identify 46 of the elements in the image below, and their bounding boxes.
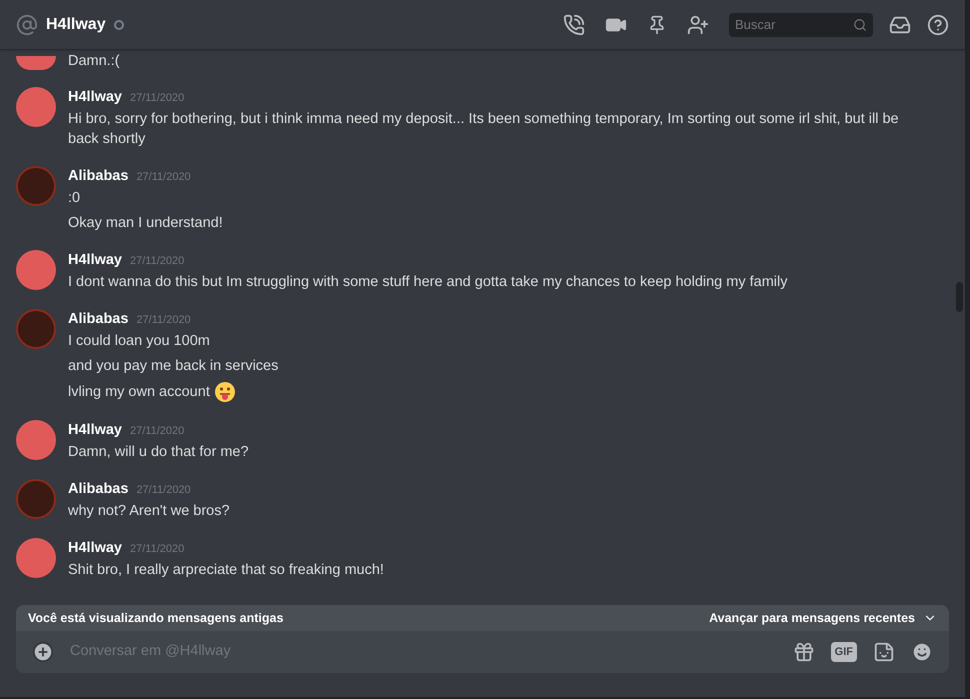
message-text: I could loan you 100m (68, 332, 210, 351)
jump-to-recent-button[interactable]: Avançar para mensagens recentes (709, 608, 937, 628)
timestamp: 27/11/2020 (136, 313, 191, 328)
message-text: Hi bro, sorry for bothering, but i think imma need my deposit... Its been something temporary, Im sorting out some irl shit, but ill be back shortly (68, 110, 900, 149)
at-icon (16, 14, 38, 36)
message-text: lvling my own account (68, 383, 210, 402)
avatar[interactable] (16, 250, 56, 290)
timestamp: 27/11/2020 (130, 542, 184, 557)
avatar[interactable] (16, 420, 56, 460)
message-text: why not? Aren't we bros? (68, 502, 230, 521)
gift-icon[interactable] (792, 641, 815, 663)
call-icon[interactable] (563, 14, 585, 36)
avatar[interactable] (16, 56, 56, 70)
search-icon (853, 18, 867, 32)
old-messages-notice: Você está visualizando mensagens antigas (28, 610, 284, 627)
author-name[interactable]: Alibabas (68, 309, 128, 331)
message-text: :0 (68, 189, 80, 208)
message-text: Damn.:( (68, 52, 120, 70)
add-user-icon[interactable] (687, 14, 709, 36)
scrollbar[interactable] (956, 282, 963, 312)
timestamp: 27/11/2020 (130, 254, 184, 269)
message-text: Damn, will u do that for me? (68, 443, 249, 462)
message-text: Okay man I understand! (68, 214, 223, 233)
message-text: I dont wanna do this but Im struggling with some stuff here and gotta take my chances to keep holding my family (68, 273, 788, 292)
avatar[interactable] (16, 87, 56, 127)
timestamp: 27/11/2020 (136, 483, 191, 498)
channel-title: H4llway (46, 14, 106, 34)
author-name[interactable]: Alibabas (68, 166, 128, 188)
avatar[interactable] (16, 538, 56, 578)
timestamp: 27/11/2020 (136, 170, 191, 185)
author-name[interactable]: Alibabas (68, 479, 128, 501)
timestamp: 27/11/2020 (130, 424, 184, 439)
author-name[interactable]: H4llway (68, 250, 122, 272)
plus-icon[interactable] (32, 641, 54, 663)
search-field[interactable]: Buscar (729, 12, 873, 36)
message-text: Shit bro, I really arpreciate that so freaking much! (68, 561, 384, 580)
status-icon (114, 20, 124, 30)
help-icon[interactable] (927, 14, 949, 36)
gif-button[interactable]: GIF (830, 642, 857, 662)
message-text: and you pay me back in services (68, 357, 278, 376)
author-name[interactable]: H4llway (68, 420, 122, 442)
timestamp: 27/11/2020 (130, 91, 184, 106)
author-name[interactable]: H4llway (68, 538, 122, 560)
sticker-icon[interactable] (873, 641, 895, 663)
emoji-icon[interactable] (911, 641, 933, 663)
author-name[interactable]: H4llway (68, 87, 122, 109)
